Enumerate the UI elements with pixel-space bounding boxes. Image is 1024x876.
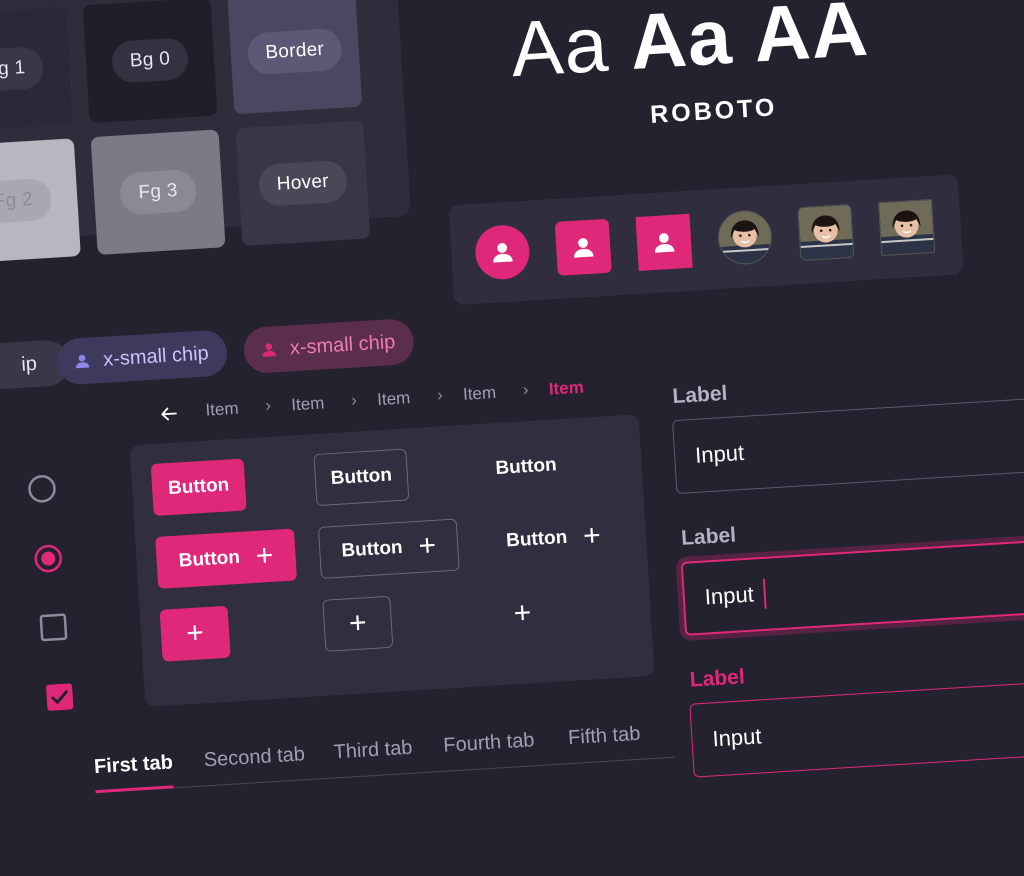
primary-button[interactable]: Button	[150, 458, 247, 517]
chip-purple[interactable]: x-small chip	[55, 329, 228, 386]
plus-icon: +	[512, 596, 533, 631]
swatch-label: Fg 2	[0, 177, 53, 225]
tab-second[interactable]: Second tab	[203, 743, 305, 772]
chip-label: x-small chip	[289, 330, 396, 359]
breadcrumb-separator: ›	[350, 390, 358, 410]
text-button[interactable]: Button	[478, 438, 574, 496]
plus-icon: +	[254, 538, 275, 573]
chip-label: ip	[20, 352, 38, 376]
field-label-error: Label	[689, 665, 746, 692]
breadcrumb-separator: ›	[436, 385, 444, 405]
tab-third[interactable]: Third tab	[333, 737, 413, 765]
tab-fifth[interactable]: Fifth tab	[568, 723, 642, 750]
primary-button-with-icon[interactable]: Button +	[155, 528, 298, 589]
breadcrumb-item[interactable]: Item	[462, 383, 496, 405]
avatar-rounded-icon[interactable]	[554, 218, 612, 276]
radio-unchecked[interactable]	[26, 473, 58, 505]
swatch-bg0: Bg 0	[82, 0, 218, 124]
text-input-default[interactable]: Input	[671, 394, 1024, 495]
swatch-fg3: Fg 3	[90, 129, 226, 255]
button-label: Button	[178, 546, 241, 572]
text-caret	[762, 578, 767, 609]
user-icon	[493, 243, 513, 263]
swatch-label: Bg 0	[110, 37, 190, 84]
text-input-error[interactable]: Input	[689, 678, 1024, 778]
swatch-border: Border	[227, 0, 363, 115]
swatch-label: Bg 1	[0, 45, 45, 93]
checkbox-unchecked[interactable]	[39, 613, 69, 643]
breadcrumb-item[interactable]: Item	[291, 393, 325, 415]
text-input-focused[interactable]: Input	[680, 536, 1024, 636]
tab-active-indicator	[95, 785, 174, 794]
field-label: Label	[671, 381, 728, 409]
plus-icon: +	[348, 606, 368, 641]
chip-pink[interactable]: x-small chip	[242, 317, 415, 375]
breadcrumb-separator: ›	[522, 379, 530, 400]
breadcrumb-separator: ›	[264, 395, 272, 416]
swatch-bg1: Bg 1	[0, 6, 73, 133]
input-value: Input	[711, 723, 763, 752]
button-label: Button	[494, 454, 558, 480]
button-label: Button	[505, 526, 568, 552]
plus-icon: +	[417, 528, 438, 563]
avatar-photo-square[interactable]	[878, 198, 936, 257]
breadcrumb-item[interactable]: Item	[377, 388, 411, 410]
swatch-hover: Hover	[235, 120, 371, 247]
text-icon-button[interactable]: +	[487, 586, 558, 642]
swatch-label: Hover	[257, 159, 349, 207]
radio-checked[interactable]	[32, 543, 64, 575]
breadcrumb-item[interactable]: Item	[205, 399, 239, 421]
user-icon	[259, 340, 278, 359]
type-sample-regular: Aa	[508, 0, 611, 94]
avatar-photo-rounded[interactable]	[797, 203, 855, 262]
user-icon	[73, 352, 92, 371]
user-icon	[574, 238, 594, 258]
type-sample-bold: Aa	[627, 0, 735, 86]
field-label: Label	[680, 523, 737, 550]
type-specimen: Aa Aa AA	[508, 0, 871, 95]
button-label: Button	[167, 474, 230, 500]
plus-icon: +	[582, 518, 602, 553]
input-value: Input	[694, 439, 745, 468]
checkbox-checked[interactable]	[45, 682, 75, 712]
outline-button-with-icon[interactable]: Button +	[317, 518, 460, 579]
chip-label: x-small chip	[102, 341, 210, 371]
outline-icon-button[interactable]: +	[322, 595, 394, 652]
outline-button[interactable]: Button	[313, 448, 410, 507]
button-label: Button	[340, 536, 404, 562]
swatch-label: Fg 3	[119, 168, 197, 216]
avatar-square-icon[interactable]	[635, 213, 693, 271]
text-button-with-icon[interactable]: Button +	[483, 508, 625, 568]
tab-first[interactable]: First tab	[93, 751, 173, 779]
swatch-fg2: Fg 2	[0, 138, 81, 264]
button-label: Button	[330, 464, 393, 490]
primary-icon-button[interactable]: +	[159, 605, 231, 662]
tab-fourth[interactable]: Fourth tab	[443, 729, 535, 758]
swatch-label: Border	[246, 27, 344, 76]
plus-icon: +	[185, 616, 205, 651]
user-icon	[654, 233, 675, 253]
type-sample-caps: AA	[751, 0, 871, 79]
tab-bar: First tab Second tab Third tab Fourth ta…	[93, 711, 675, 798]
font-name: ROBOTO	[649, 93, 779, 129]
tab-divider	[95, 756, 675, 794]
breadcrumb-item-current: Item	[548, 377, 585, 399]
input-value: Input	[704, 581, 755, 610]
arrow-left-icon[interactable]	[157, 402, 181, 430]
